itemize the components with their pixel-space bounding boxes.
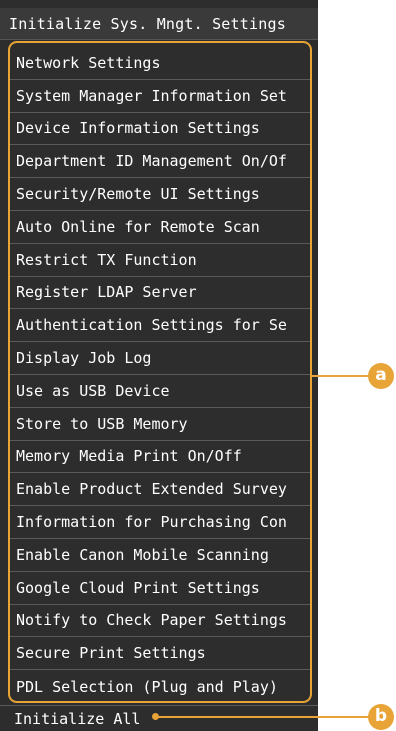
menu-item-google-cloud-print[interactable]: Google Cloud Print Settings (10, 572, 310, 605)
initialize-all-label: Initialize All (14, 709, 141, 728)
callout-b-leader-line (156, 716, 370, 718)
menu-item-label: Auto Online for Remote Scan (16, 217, 260, 236)
menu-item-label: Device Information Settings (16, 119, 260, 138)
menu-item-authentication-settings[interactable]: Authentication Settings for Se (10, 309, 310, 343)
menu-item-label: Store to USB Memory (16, 414, 188, 433)
menu-item-label: Memory Media Print On/Off (16, 447, 242, 466)
menu-item-label: Secure Print Settings (16, 644, 206, 663)
menu-item-register-ldap[interactable]: Register LDAP Server (10, 277, 310, 310)
menu-item-label: Security/Remote UI Settings (16, 185, 260, 204)
callout-a-leader-line (312, 375, 374, 377)
menu-item-department-id[interactable]: Department ID Management On/Of (10, 145, 310, 179)
menu-item-store-to-usb[interactable]: Store to USB Memory (10, 408, 310, 441)
initialize-all-item[interactable]: Initialize All (0, 705, 318, 731)
menu-item-pdl-selection[interactable]: PDL Selection (Plug and Play) (10, 670, 310, 701)
menu-item-canon-mobile-scanning[interactable]: Enable Canon Mobile Scanning (10, 539, 310, 572)
menu-item-network-settings[interactable]: Network Settings (10, 47, 310, 80)
lcd-screen: Initialize Sys. Mngt. Settings Network S… (0, 0, 318, 731)
menu-item-device-info-settings[interactable]: Device Information Settings (10, 113, 310, 146)
menu-item-display-job-log[interactable]: Display Job Log (10, 342, 310, 375)
menu-item-label: Google Cloud Print Settings (16, 578, 260, 597)
menu-item-security-remote-ui[interactable]: Security/Remote UI Settings (10, 178, 310, 211)
menu-item-label: Network Settings (16, 53, 161, 72)
menu-item-label: Enable Product Extended Survey (16, 480, 287, 499)
menu-item-purchasing-info[interactable]: Information for Purchasing Con (10, 506, 310, 539)
menu-item-use-as-usb-device[interactable]: Use as USB Device (10, 375, 310, 408)
menu-item-label: Notify to Check Paper Settings (16, 611, 287, 630)
menu-item-label: System Manager Information Set (16, 86, 287, 105)
menu-item-auto-online[interactable]: Auto Online for Remote Scan (10, 211, 310, 244)
menu-item-restrict-tx[interactable]: Restrict TX Function (10, 244, 310, 277)
menu-item-label: PDL Selection (Plug and Play) (16, 677, 278, 696)
menu-item-label: Register LDAP Server (16, 283, 197, 302)
screen-title: Initialize Sys. Mngt. Settings (9, 15, 286, 33)
settings-menu-list: Network Settings System Manager Informat… (8, 41, 312, 703)
menu-item-label: Enable Canon Mobile Scanning (16, 545, 269, 564)
menu-item-notify-paper-settings[interactable]: Notify to Check Paper Settings (10, 605, 310, 638)
menu-item-product-extended-survey[interactable]: Enable Product Extended Survey (10, 473, 310, 507)
title-bar: Initialize Sys. Mngt. Settings (0, 8, 318, 40)
menu-item-label: Department ID Management On/Of (16, 152, 287, 171)
callout-b-badge: b (368, 704, 394, 730)
menu-item-system-manager-info[interactable]: System Manager Information Set (10, 80, 310, 113)
menu-item-label: Information for Purchasing Con (16, 513, 287, 532)
menu-item-secure-print[interactable]: Secure Print Settings (10, 637, 310, 671)
menu-item-memory-media-print[interactable]: Memory Media Print On/Off (10, 441, 310, 474)
callout-a-badge: a (368, 363, 394, 389)
menu-item-label: Authentication Settings for Se (16, 316, 287, 335)
menu-item-label: Use as USB Device (16, 381, 170, 400)
menu-item-label: Display Job Log (16, 349, 152, 368)
menu-item-label: Restrict TX Function (16, 250, 197, 269)
